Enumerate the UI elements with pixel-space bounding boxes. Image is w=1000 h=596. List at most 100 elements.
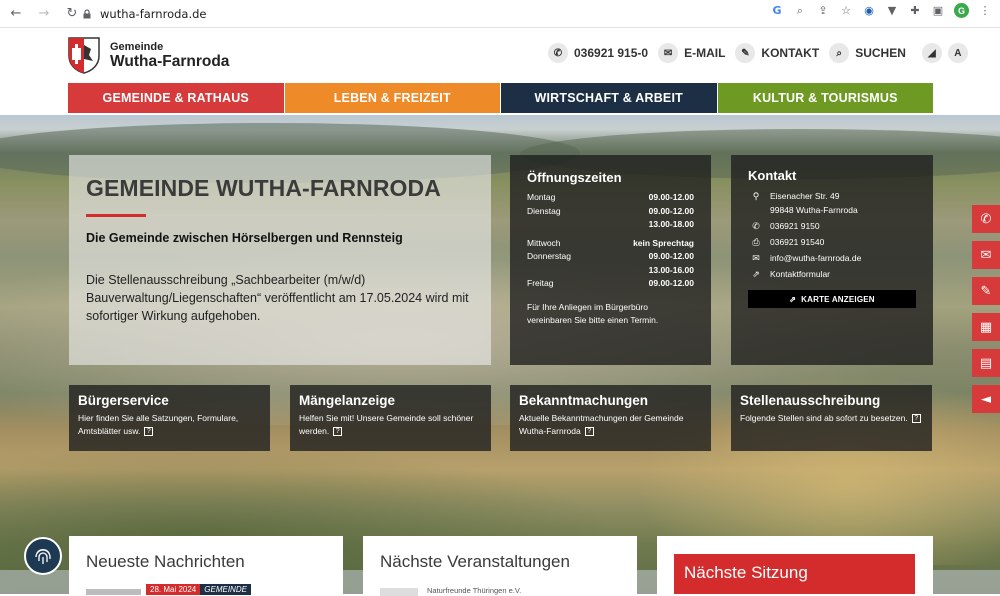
google-icon[interactable]: G (770, 4, 784, 18)
fingerprint-icon (35, 549, 51, 564)
news-meta: 28. Mai 2024 GEMEINDE (146, 584, 251, 595)
email-link[interactable]: ✉ E-MAIL (658, 43, 725, 63)
email-row[interactable]: ✉ info@wutha-farnroda.de (748, 251, 916, 265)
back-arrow-icon[interactable]: ← (4, 2, 28, 26)
side-form-button[interactable]: ✎ (972, 277, 1000, 305)
pencil-icon: ✎ (980, 283, 992, 299)
tile-title: Bürgerservice (78, 393, 169, 408)
hours-row: 13.00-16.00 (648, 264, 694, 275)
phone-icon: ✆ (980, 211, 992, 227)
search-icon: ⌕ (829, 43, 850, 63)
tile-buergerservice[interactable]: Bürgerservice Hier finden Sie alle Satzu… (69, 385, 270, 451)
tile-text: Folgende Stellen sind ab sofort zu beset… (740, 413, 908, 423)
newspaper-icon: ▤ (979, 355, 993, 371)
external-link-icon: ⇗ (789, 294, 797, 304)
url-text: wutha-farnroda.de (100, 6, 207, 21)
address-row: ⚲ Eisenacher Str. 49 99848 Wutha-Farnroda (748, 189, 916, 217)
easy-language-icon[interactable]: ◢ (921, 43, 942, 63)
tile-title: Mängelanzeige (299, 393, 396, 408)
puzzle-extensions-icon[interactable]: ✚ (908, 4, 922, 18)
password-manager-icon[interactable]: ◉ (862, 4, 876, 18)
address-bar[interactable]: wutha-farnroda.de (76, 3, 740, 24)
fax-icon: ⎙ (752, 237, 760, 247)
nav-kultur-tourismus[interactable]: KULTUR & TOURISMUS (717, 83, 933, 113)
site-logo[interactable]: Gemeinde Wutha-Farnroda (67, 36, 229, 74)
side-calendar-button[interactable]: ▦ (972, 313, 1000, 341)
intro-box: GEMEINDE WUTHA-FARNRODA Die Gemeinde zwi… (69, 155, 491, 365)
hours-row: Donnerstag 09.00-12.00 (527, 251, 694, 261)
forward-arrow-icon[interactable]: → (32, 2, 56, 26)
tile-title: Stellenausschreibung (740, 393, 881, 408)
logo-subtitle: Gemeinde (110, 40, 164, 53)
browser-toolbar: ← → ↻ wutha-farnroda.de G ⌕ ⇪ ☆ ◉ ▼ ✚ ▣ … (0, 0, 1000, 28)
show-map-button[interactable]: ⇗ KARTE ANZEIGEN (748, 290, 916, 308)
opening-hours-box: Öffnungszeiten Montag 09.00-12.00 Diensta… (510, 155, 711, 365)
menu-kebab-icon[interactable]: ⋮ (978, 4, 992, 18)
side-phone-button[interactable]: ✆ (972, 205, 1000, 233)
help-icon: ? (584, 427, 594, 437)
page-title: GEMEINDE WUTHA-FARNRODA (86, 175, 441, 201)
tile-text: Hier finden Sie alle Satzungen, Formular… (78, 413, 239, 436)
side-announcement-button[interactable]: ◄ (972, 385, 1000, 413)
font-size-icon[interactable]: A (947, 43, 968, 63)
address-street: Eisenacher Str. 49 (770, 191, 840, 201)
map-pin-icon: ⚲ (752, 191, 760, 201)
lock-icon (83, 8, 91, 18)
share-icon[interactable]: ⇪ (816, 4, 830, 18)
nav-leben-freizeit[interactable]: LEBEN & FREIZEIT (284, 83, 500, 113)
envelope-icon: ✉ (752, 253, 760, 263)
phone-label: 036921 915-0 (574, 46, 649, 60)
title-divider (86, 214, 146, 217)
search-link[interactable]: ⌕ SUCHEN (829, 43, 906, 63)
address-city: 99848 Wutha-Farnroda (770, 205, 858, 215)
news-category-badge[interactable]: GEMEINDE (200, 584, 251, 595)
hours-row: Montag 09.00-12.00 (527, 192, 694, 202)
page-subtitle: Die Gemeinde zwischen Hörselbergen und R… (86, 231, 403, 245)
main-navigation: GEMEINDE & RATHAUS LEBEN & FREIZEIT WIRT… (68, 83, 933, 113)
help-icon: ? (333, 427, 343, 437)
help-icon: ? (911, 414, 921, 424)
cookie-settings-button[interactable] (24, 537, 62, 575)
news-thumbnail[interactable] (86, 589, 141, 595)
event-thumbnail[interactable] (380, 588, 418, 596)
coat-of-arms-icon (68, 37, 100, 74)
bookmark-star-icon[interactable]: ☆ (839, 4, 853, 18)
tile-bekanntmachungen[interactable]: Bekanntmachungen Aktuelle Bekanntmachung… (510, 385, 711, 451)
kontakt-link[interactable]: ✎ KONTAKT (735, 43, 819, 63)
tile-maengelanzeige[interactable]: Mängelanzeige Helfen Sie mit! Unsere Gem… (290, 385, 491, 451)
intro-text: Die Stellenausschreibung „Sachbearbeiter… (86, 273, 469, 323)
phone-row[interactable]: ✆ 036921 9150 (748, 219, 916, 233)
side-panel-icon[interactable]: ▣ (931, 4, 945, 18)
tile-stellenausschreibung[interactable]: Stellenausschreibung Folgende Stellen si… (731, 385, 932, 451)
hours-row: Freitag 09.00-12.00 (527, 278, 694, 288)
contact-form-row[interactable]: ⇗ Kontaktformular (748, 267, 916, 281)
hours-row: 13.00-18.00 (648, 219, 694, 229)
news-date: 28. Mai 2024 (146, 584, 201, 595)
session-title: Nächste Sitzung (674, 554, 915, 594)
tile-text: Aktuelle Bekanntmachungen der Gemeinde W… (519, 413, 684, 436)
tile-title: Bekanntmachungen (519, 393, 649, 408)
pencil-icon: ✎ (735, 43, 756, 63)
calendar-icon: ▦ (979, 319, 993, 335)
fax-row: ⎙ 036921 91540 (748, 235, 916, 249)
hours-title: Öffnungszeiten (527, 170, 622, 185)
megaphone-icon: ◄ (981, 391, 991, 407)
session-card: Nächste Sitzung (657, 536, 933, 594)
news-card: Neueste Nachrichten 28. Mai 2024 GEMEIND… (69, 536, 343, 595)
envelope-icon: ✉ (658, 43, 679, 63)
side-news-button[interactable]: ▤ (972, 349, 1000, 377)
phone-icon: ✆ (752, 221, 760, 231)
hours-row: Mittwoch kein Sprechtag (527, 237, 694, 248)
phone-link[interactable]: ✆ 036921 915-0 (548, 43, 648, 63)
side-email-button[interactable]: ✉ (972, 241, 1000, 269)
extension-v-icon[interactable]: ▼ (885, 4, 899, 18)
envelope-icon: ✉ (980, 247, 992, 263)
hours-row: Dienstag 09.00-12.00 (527, 205, 694, 216)
nav-gemeinde-rathaus[interactable]: GEMEINDE & RATHAUS (68, 83, 284, 113)
tile-text: Helfen Sie mit! Unsere Gemeinde soll sch… (299, 413, 474, 436)
nav-wirtschaft-arbeit[interactable]: WIRTSCHAFT & ARBEIT (501, 83, 717, 113)
events-card: Nächste Veranstaltungen Naturfreunde Thü… (363, 536, 637, 596)
zoom-icon[interactable]: ⌕ (793, 4, 807, 18)
profile-avatar[interactable]: G (954, 3, 969, 18)
email-label: E-MAIL (684, 46, 726, 60)
